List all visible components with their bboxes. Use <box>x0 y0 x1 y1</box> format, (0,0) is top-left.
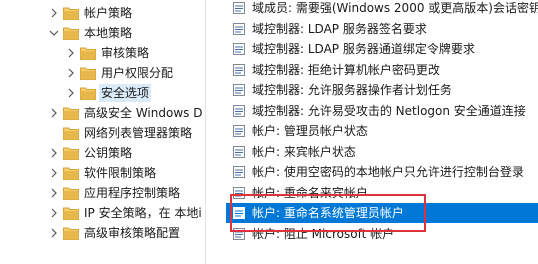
chevron-right-icon[interactable] <box>65 43 77 63</box>
console-tree: 帐户策略本地策略审核策略用户权限分配安全选项高级安全 Windows D 网络列表… <box>0 0 205 264</box>
policy-row[interactable]: 域成员: 需要强(Windows 2000 或更高版本)会话密钥 <box>226 0 538 18</box>
policy-label: 域控制器: 允许服务器操作者计划任务 <box>252 83 452 97</box>
folder-icon <box>63 106 79 120</box>
folder-icon <box>63 146 79 160</box>
policy-label: 域成员: 需要强(Windows 2000 或更高版本)会话密钥 <box>252 1 538 15</box>
tree-item-label: 网络列表管理器策略 <box>84 126 193 140</box>
policy-row[interactable]: 域控制器: LDAP 服务器签名要求 <box>226 19 538 39</box>
tree-item[interactable]: 软件限制策略 <box>0 163 158 183</box>
policy-label: 域控制器: LDAP 服务器通道绑定令牌要求 <box>252 42 475 56</box>
policy-label: 帐户: 使用空密码的本地帐户只允许进行控制台登录 <box>252 165 524 179</box>
chevron-right-icon[interactable] <box>65 63 77 83</box>
tree-item-label: 帐户策略 <box>84 6 133 20</box>
tree-item[interactable]: 本地策略 <box>0 23 134 43</box>
policy-icon <box>232 124 246 138</box>
tree-item[interactable]: IP 安全策略，在 本地i <box>0 203 204 223</box>
tree-item-label: 应用程序控制策略 <box>84 186 181 200</box>
policy-row[interactable]: 域控制器: 拒绝计算机帐户密码更改 <box>226 60 538 80</box>
tree-item-label: 软件限制策略 <box>84 166 157 180</box>
policy-label: 帐户: 重命名来宾帐户 <box>252 185 368 200</box>
chevron-down-icon[interactable] <box>48 23 60 43</box>
folder-icon <box>63 126 79 140</box>
folder-icon <box>63 186 79 200</box>
policy-label: 帐户: 来宾帐户状态 <box>252 144 356 159</box>
folder-icon <box>63 6 79 20</box>
tree-item-label: 高级审核策略配置 <box>84 226 181 240</box>
folder-icon <box>80 66 96 80</box>
tree-item-label: 审核策略 <box>101 46 150 60</box>
policy-row[interactable]: 帐户: 重命名系统管理员帐户 <box>226 203 538 223</box>
tree-item[interactable]: 应用程序控制策略 <box>0 183 182 203</box>
tree-item[interactable]: 帐户策略 <box>0 3 134 23</box>
policy-label: 域控制器: 允许易受攻击的 Netlogon 安全通道连接 <box>252 103 526 118</box>
policy-icon <box>232 206 246 220</box>
policy-icon <box>232 42 246 56</box>
policy-list: 域成员: 需要强(Windows 2000 或更高版本)会话密钥 域控制器: LD… <box>226 0 538 264</box>
folder-icon <box>80 46 96 60</box>
policy-label: 帐户: 管理员帐户状态 <box>252 124 368 138</box>
policy-icon <box>232 165 246 179</box>
policy-row[interactable]: 帐户: 阻止 Microsoft 帐户 <box>226 224 538 244</box>
policy-label: 帐户: 阻止 Microsoft 帐户 <box>252 226 395 241</box>
policy-row[interactable]: 域控制器: 允许服务器操作者计划任务 <box>226 80 538 100</box>
chevron-right-icon[interactable] <box>65 83 77 103</box>
folder-icon <box>80 86 96 100</box>
folder-icon <box>63 206 79 220</box>
chevron-right-icon[interactable] <box>48 143 60 163</box>
policy-icon <box>232 1 246 15</box>
tree-item[interactable]: 用户权限分配 <box>0 63 175 83</box>
policy-label: 域控制器: 拒绝计算机帐户密码更改 <box>252 62 440 77</box>
policy-icon <box>232 63 246 77</box>
policy-icon <box>232 22 246 36</box>
tree-item[interactable]: 公钥策略 <box>0 143 134 163</box>
pane-divider[interactable] <box>205 0 206 264</box>
policy-row[interactable]: 域控制器: 允许易受攻击的 Netlogon 安全通道连接 <box>226 101 538 121</box>
policy-row[interactable]: 帐户: 使用空密码的本地帐户只允许进行控制台登录 <box>226 162 538 182</box>
policy-icon <box>232 83 246 97</box>
tree-item[interactable]: 安全选项 <box>0 83 152 103</box>
tree-item-label: IP 安全策略，在 本地i <box>84 206 202 220</box>
policy-row[interactable]: 帐户: 来宾帐户状态 <box>226 142 538 162</box>
folder-icon <box>63 226 79 240</box>
chevron-right-icon[interactable] <box>48 203 60 223</box>
tree-item-label: 用户权限分配 <box>101 66 174 80</box>
policy-icon <box>232 227 246 241</box>
chevron-right-icon[interactable] <box>48 183 60 203</box>
tree-item-label: 本地策略 <box>84 26 133 40</box>
chevron-right-icon[interactable] <box>48 163 60 183</box>
tree-item-label: 公钥策略 <box>84 146 133 160</box>
policy-icon <box>232 186 246 200</box>
policy-icon <box>232 145 246 159</box>
policy-row[interactable]: 帐户: 管理员帐户状态 <box>226 121 538 141</box>
policy-icon <box>232 104 246 118</box>
chevron-right-icon[interactable] <box>48 103 60 123</box>
policy-label: 帐户: 重命名系统管理员帐户 <box>252 206 404 220</box>
tree-item[interactable]: 审核策略 <box>0 43 151 63</box>
tree-item[interactable]: 高级安全 Windows D <box>0 103 204 123</box>
policy-label: 域控制器: LDAP 服务器签名要求 <box>252 21 427 36</box>
policy-row[interactable]: 域控制器: LDAP 服务器通道绑定令牌要求 <box>226 39 538 59</box>
chevron-right-icon[interactable] <box>48 223 60 243</box>
tree-item-label: 高级安全 Windows D <box>84 106 203 120</box>
tree-item-label: 安全选项 <box>99 84 152 102</box>
policy-row[interactable]: 帐户: 重命名来宾帐户 <box>226 183 538 203</box>
tree-item[interactable]: 高级审核策略配置 <box>0 223 182 243</box>
chevron-right-icon[interactable] <box>48 3 60 23</box>
tree-item[interactable]: 网络列表管理器策略 <box>0 123 194 143</box>
folder-icon <box>63 26 79 40</box>
folder-icon <box>63 166 79 180</box>
